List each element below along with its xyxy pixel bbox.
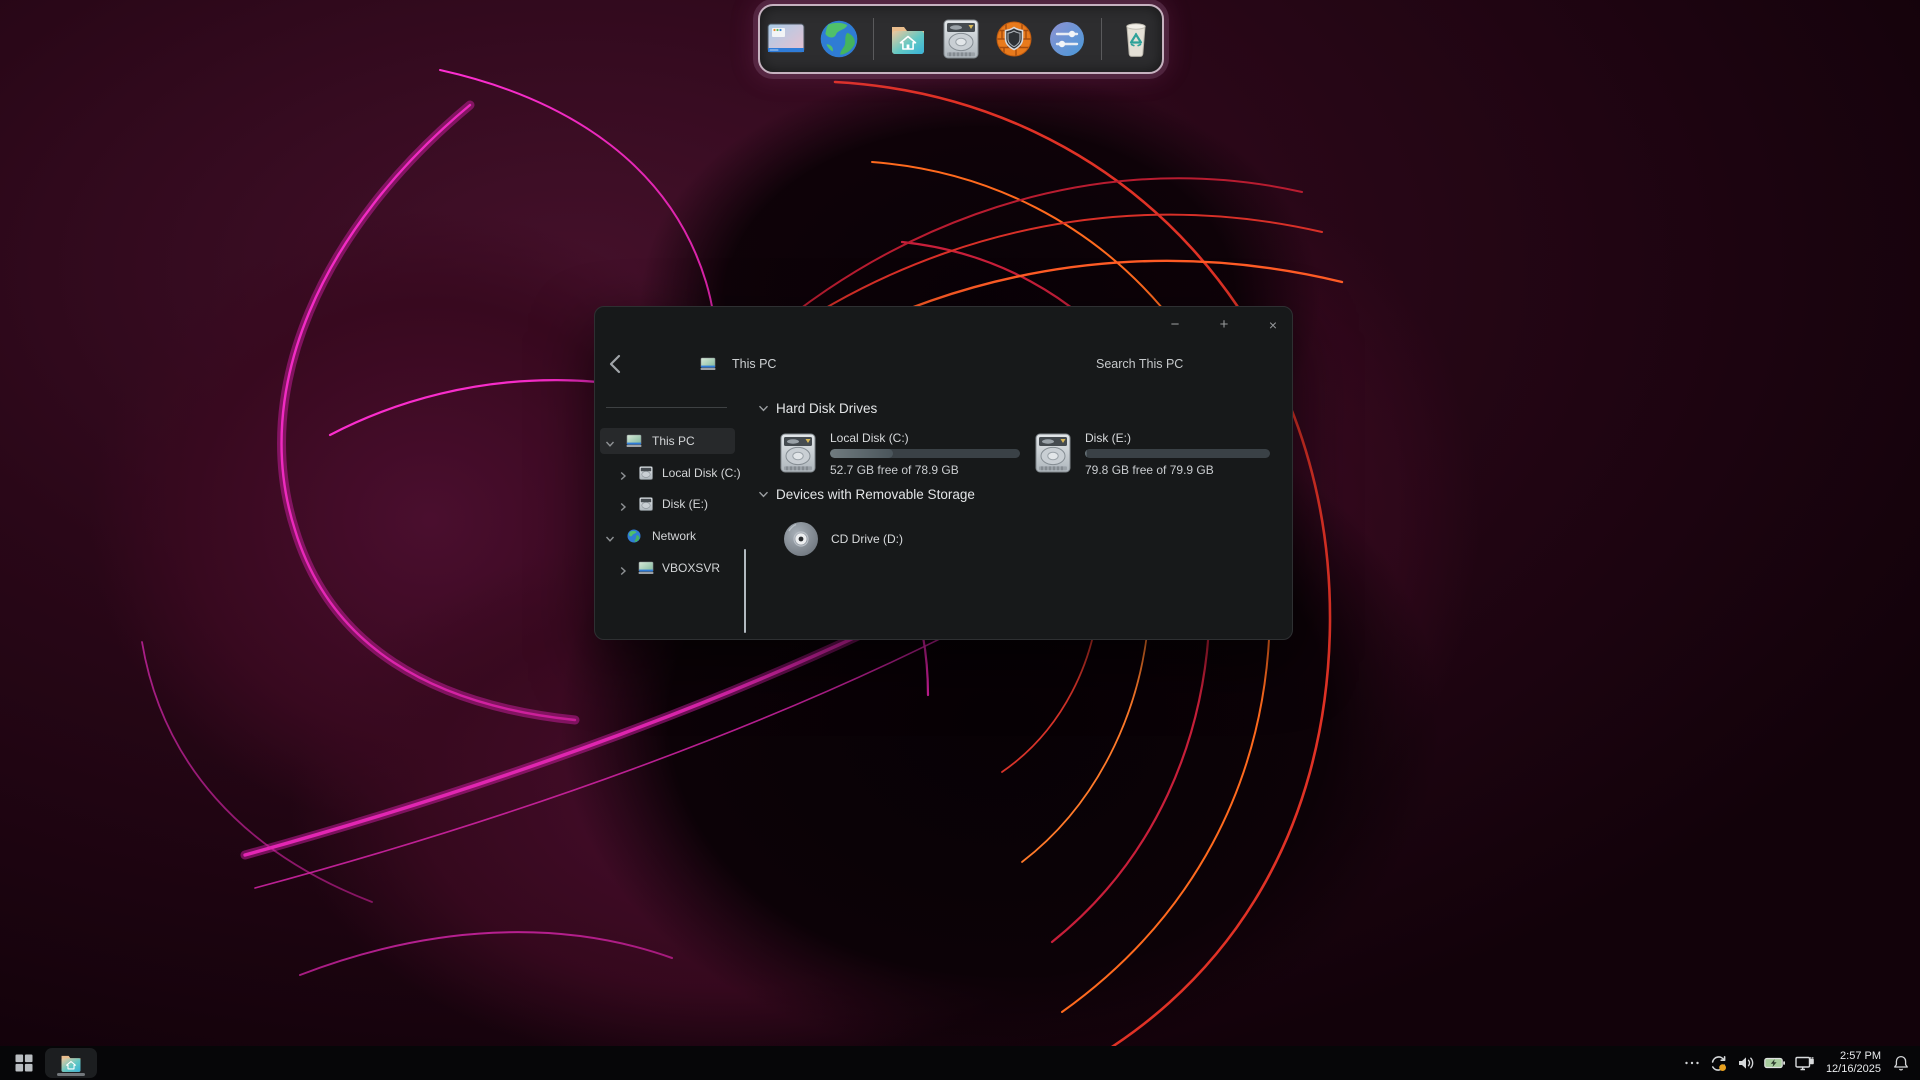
active-app-indicator [57,1073,85,1076]
web-browser-globe-icon[interactable] [816,16,862,62]
sidebar-item-label: Disk (E:) [662,497,708,511]
start-grid-icon [15,1054,33,1072]
hard-disk-icon [776,431,820,475]
volume-icon[interactable] [1737,1054,1755,1072]
desktop-icon[interactable] [763,16,809,62]
clock-date: 12/16/2025 [1825,1063,1881,1075]
clock[interactable]: 2:57 PM 12/16/2025 [1826,1050,1881,1076]
maximize-button[interactable]: + [1211,314,1237,336]
drive-label: Disk (E:) [1085,431,1131,445]
this-pc-icon [700,356,716,372]
drive-disk-e[interactable]: Disk (E:) 79.8 GB free of 79.9 GB [1031,431,1276,479]
sidebar-divider [606,407,727,408]
drive-free-space: 79.8 GB free of 79.9 GB [1085,463,1214,477]
chevron-down-icon [758,405,769,412]
app-dock [758,4,1164,74]
computer-icon [626,433,642,449]
capacity-bar [1085,449,1270,458]
sidebar-item-local-disk-c[interactable]: Local Disk (C:) [595,460,745,486]
notification-bell-icon[interactable] [1892,1054,1910,1072]
chevron-right-icon[interactable] [618,563,628,576]
drive-local-disk-c[interactable]: Local Disk (C:) 52.7 GB free of 78.9 GB [776,431,1021,479]
section-removable-storage[interactable]: Devices with Removable Storage [758,487,975,502]
battery-charging-icon[interactable] [1764,1054,1786,1072]
search-input[interactable]: Search This PC [1096,347,1183,381]
chevron-down-icon[interactable] [605,436,615,447]
section-hard-disk-drives[interactable]: Hard Disk Drives [758,401,877,416]
minimize-button[interactable]: − [1162,314,1188,336]
sidebar-item-label: VBOXSVR [662,561,721,575]
trash-icon[interactable] [1113,16,1159,62]
sidebar-item-network[interactable]: Network [595,523,745,549]
sidebar-item-disk-e[interactable]: Disk (E:) [595,491,745,517]
capacity-bar [830,449,1020,458]
tray-overflow-icon[interactable] [1684,1055,1700,1071]
drive-cd-d[interactable]: CD Drive (D:) [779,517,999,563]
breadcrumb[interactable]: This PC [732,347,776,381]
network-globe-icon [626,528,642,544]
section-title: Hard Disk Drives [776,401,878,416]
firewall-shield-icon[interactable] [991,16,1037,62]
navigation-bar: This PC Search This PC [595,347,1294,381]
computer-icon [638,560,654,576]
capacity-bar-fill [830,449,893,458]
capacity-bar-fill [1085,449,1087,458]
chevron-down-icon [758,491,769,498]
drive-label: Local Disk (C:) [830,431,909,445]
taskbar: 2:57 PM 12/16/2025 [0,1046,1920,1080]
taskbar-file-explorer-button[interactable] [45,1048,97,1078]
start-button[interactable] [14,1053,34,1073]
file-manager-icon[interactable] [885,16,931,62]
close-button[interactable]: × [1260,314,1286,336]
sidebar-item-this-pc[interactable]: This PC [600,428,735,454]
chevron-right-icon[interactable] [618,499,628,512]
section-title: Devices with Removable Storage [776,487,975,502]
chevron-down-icon[interactable] [605,531,615,542]
drive-label: CD Drive (D:) [831,532,903,546]
file-explorer-window: − + × This PC Search This PC This PC Loc… [594,306,1293,640]
clock-time: 2:57 PM [1840,1050,1881,1062]
update-sync-icon[interactable] [1709,1054,1728,1073]
chevron-right-icon[interactable] [618,468,628,481]
sidebar-scrollbar[interactable] [744,549,746,633]
desktop: − + × This PC Search This PC This PC Loc… [0,0,1920,1080]
dock-divider [873,18,874,60]
back-icon[interactable] [608,354,624,374]
hard-disk-icon [638,496,654,512]
drive-free-space: 52.7 GB free of 78.9 GB [830,463,959,477]
hard-disk-icon[interactable] [938,16,984,62]
sidebar-item-label: Network [652,529,697,543]
sidebar-tree: This PC Local Disk (C:) Disk (E:) Networ… [595,381,751,640]
network-display-icon[interactable] [1795,1054,1815,1072]
content-pane: Hard Disk Drives Local Disk (C:) 52.7 GB… [751,381,1294,640]
dock-divider [1101,18,1102,60]
sidebar-item-label: Local Disk (C:) [662,466,741,480]
sidebar-item-vboxsvr[interactable]: VBOXSVR [595,555,745,581]
settings-sliders-icon[interactable] [1044,16,1090,62]
hard-disk-icon [1031,431,1075,475]
hard-disk-icon [638,465,654,481]
system-tray: 2:57 PM 12/16/2025 [1684,1050,1910,1076]
cd-disc-icon [779,517,823,561]
sidebar-item-label: This PC [652,434,695,448]
